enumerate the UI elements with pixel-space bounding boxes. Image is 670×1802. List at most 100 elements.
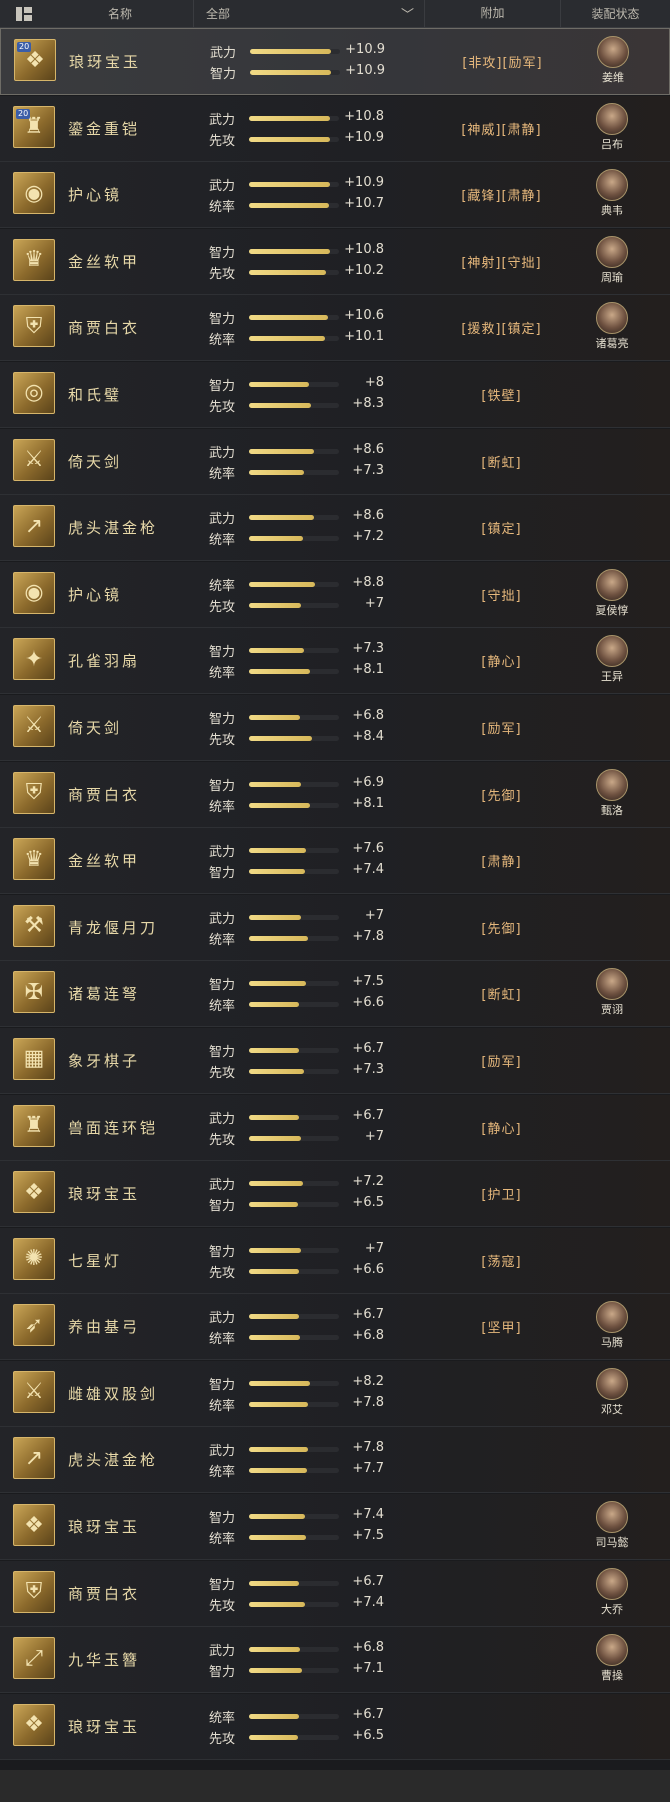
hero-avatar[interactable]	[596, 1301, 628, 1334]
equipment-row[interactable]: ♛ 金丝软甲 武力 +7.6 智力 +7.4 [肃静]	[0, 828, 670, 895]
hero-avatar[interactable]	[596, 1567, 628, 1600]
equipment-row[interactable]: ✺ 七星灯 智力 +7 先攻 +6.6 [荡寇]	[0, 1227, 670, 1294]
column-header-name[interactable]: 名称	[38, 5, 193, 22]
stat-bar	[249, 269, 339, 275]
equipment-row[interactable]: ❖ 20 琅玡宝玉 武力 +10.9 智力 +10.9 [非攻][励军] 姜维	[0, 28, 670, 95]
hero-avatar[interactable]	[596, 235, 628, 268]
hero-avatar[interactable]	[596, 568, 628, 601]
stat-value: +7.4	[352, 862, 384, 878]
stat-bar	[249, 1114, 339, 1120]
extra-attributes: [静心]	[481, 1121, 522, 1137]
equipment-row[interactable]: ✠ 诸葛连弩 智力 +7.5 统率 +6.6 [断虹] 贾诩	[0, 961, 670, 1028]
equipment-row[interactable]: ↗ 虎头湛金枪 武力 +8.6 统率 +7.2 [镇定]	[0, 495, 670, 562]
stat-bar	[249, 1047, 339, 1053]
hero-avatar[interactable]	[596, 768, 628, 801]
stat-label: 先攻	[209, 1065, 236, 1081]
stat-bar	[249, 1468, 339, 1474]
hero-name: 马腾	[601, 1336, 623, 1350]
item-icon: ⚔	[13, 704, 55, 747]
hero-avatar[interactable]	[596, 635, 628, 668]
stat-label: 先攻	[209, 1265, 236, 1281]
stat-value: +7.2	[352, 529, 384, 545]
extra-attributes: [铁壁]	[481, 388, 522, 404]
equipment-row[interactable]: ❖ 琅玡宝玉 统率 +6.7 先攻 +6.5	[0, 1693, 670, 1760]
equipment-row[interactable]: ❖ 琅玡宝玉 智力 +7.4 统率 +7.5 司马懿	[0, 1494, 670, 1561]
stat-bar	[249, 182, 339, 188]
layout-toggle-icon[interactable]	[16, 6, 32, 21]
stat-label: 武力	[209, 845, 236, 861]
item-name: 金丝软甲	[68, 852, 141, 871]
stat-label: 武力	[210, 46, 237, 61]
column-header-status[interactable]: 装配状态	[561, 5, 670, 22]
stat-value: +10.8	[344, 108, 384, 124]
stat-label: 智力	[209, 312, 236, 328]
stat-label: 智力	[209, 245, 236, 261]
stat-value: +8.3	[352, 395, 384, 411]
hero-avatar[interactable]	[596, 302, 628, 335]
stat-value: +7.3	[352, 1061, 384, 1077]
equipment-row[interactable]: ♜ 20 鎏金重铠 武力 +10.8 先攻 +10.9 [神威][肃静] 吕布	[0, 95, 670, 162]
hero-avatar[interactable]	[596, 1634, 628, 1667]
equipment-row[interactable]: ⚒ 青龙偃月刀 武力 +7 统率 +7.8 [先御]	[0, 894, 670, 961]
stat-label: 武力	[209, 1311, 236, 1327]
stat-bar	[249, 981, 339, 987]
stat-value: +7.5	[352, 974, 384, 990]
equipment-row[interactable]: ⚔ 倚天剑 武力 +8.6 统率 +7.3 [断虹]	[0, 428, 670, 495]
hero-name: 甄洛	[601, 803, 623, 817]
equipment-row[interactable]: ⛨ 商贾白衣 智力 +10.6 统率 +10.1 [援救][镇定] 诸葛亮	[0, 295, 670, 362]
item-name: 琅玡宝玉	[68, 1518, 141, 1537]
stat-value: +10.8	[344, 241, 384, 257]
item-icon: ⛨	[13, 305, 55, 348]
hero-avatar[interactable]	[596, 102, 628, 135]
stat-value: +6.8	[352, 707, 384, 723]
stat-label: 统率	[209, 999, 236, 1015]
stat-bar	[249, 1647, 339, 1653]
hero-avatar[interactable]	[596, 169, 628, 202]
stat-label: 统率	[209, 1332, 236, 1348]
item-icon: ❖	[13, 1171, 55, 1214]
equipment-row[interactable]: ⚔ 雌雄双股剑 智力 +8.2 统率 +7.8 邓艾	[0, 1360, 670, 1427]
stat-value: +6.7	[352, 1107, 384, 1123]
item-name: 青龙偃月刀	[68, 918, 159, 937]
equipment-row[interactable]: ◎ 和氏璧 智力 +8 先攻 +8.3 [铁壁]	[0, 361, 670, 428]
stat-value: +7	[364, 1128, 384, 1144]
stat-label: 武力	[209, 1111, 236, 1127]
hero-avatar[interactable]	[596, 968, 628, 1001]
item-icon: ❖	[13, 1703, 55, 1746]
item-name: 虎头湛金枪	[68, 1451, 159, 1470]
equipment-row[interactable]: ✦ 孔雀羽扇 智力 +7.3 统率 +8.1 [静心] 王异	[0, 628, 670, 695]
stat-label: 武力	[209, 512, 236, 528]
equipment-row[interactable]: ➶ 养由基弓 武力 +6.7 统率 +6.8 [坚甲] 马腾	[0, 1294, 670, 1361]
item-icon: ◎	[13, 371, 55, 414]
hero-avatar[interactable]	[596, 1367, 628, 1400]
stat-value: +7.4	[352, 1594, 384, 1610]
item-name: 琅玡宝玉	[68, 1717, 141, 1736]
equipment-row[interactable]: ♛ 金丝软甲 智力 +10.8 先攻 +10.2 [神射][守拙] 周瑜	[0, 228, 670, 295]
equipment-row[interactable]: ⤢ 九华玉簪 武力 +6.8 智力 +7.1 曹操	[0, 1627, 670, 1694]
equipment-row[interactable]: ⚔ 倚天剑 智力 +6.8 先攻 +8.4 [励军]	[0, 694, 670, 761]
equipment-row[interactable]: ▦ 象牙棋子 智力 +6.7 先攻 +7.3 [励军]	[0, 1027, 670, 1094]
stat-value: +10.1	[344, 329, 384, 345]
equipment-row[interactable]: ⛨ 商贾白衣 智力 +6.7 先攻 +7.4 大乔	[0, 1560, 670, 1627]
stat-label: 统率	[209, 466, 236, 482]
stat-bar	[249, 781, 339, 787]
hero-avatar[interactable]	[597, 36, 629, 68]
equipment-row[interactable]: ↗ 虎头湛金枪 武力 +7.8 统率 +7.7	[0, 1427, 670, 1494]
equipment-row[interactable]: ◉ 护心镜 武力 +10.9 统率 +10.7 [藏锋][肃静] 典韦	[0, 162, 670, 229]
column-header-extra[interactable]: 附加	[425, 0, 561, 27]
equipment-row[interactable]: ♜ 兽面连环铠 武力 +6.7 先攻 +7 [静心]	[0, 1094, 670, 1161]
item-icon: ❖	[13, 1504, 55, 1547]
hero-name: 诸葛亮	[595, 337, 629, 351]
stat-label: 先攻	[209, 399, 236, 415]
stat-bar	[249, 1514, 339, 1520]
item-icon: ♜	[13, 1104, 55, 1147]
equipment-row[interactable]: ❖ 琅玡宝玉 武力 +7.2 智力 +6.5 [护卫]	[0, 1161, 670, 1228]
equipment-row[interactable]: ⛨ 商贾白衣 智力 +6.9 统率 +8.1 [先御] 甄洛	[0, 761, 670, 828]
hero-avatar[interactable]	[596, 1501, 628, 1534]
extra-attributes: [守拙]	[481, 588, 522, 604]
stat-label: 先攻	[209, 732, 236, 748]
filter-dropdown[interactable]: 全部 ﹀	[193, 0, 425, 27]
equipment-row[interactable]: ◉ 护心镜 统率 +8.8 先攻 +7 [守拙] 夏侯惇	[0, 561, 670, 628]
extra-attributes: [援救][镇定]	[461, 322, 542, 338]
list-header: 名称 全部 ﹀ 附加 装配状态	[0, 0, 670, 28]
